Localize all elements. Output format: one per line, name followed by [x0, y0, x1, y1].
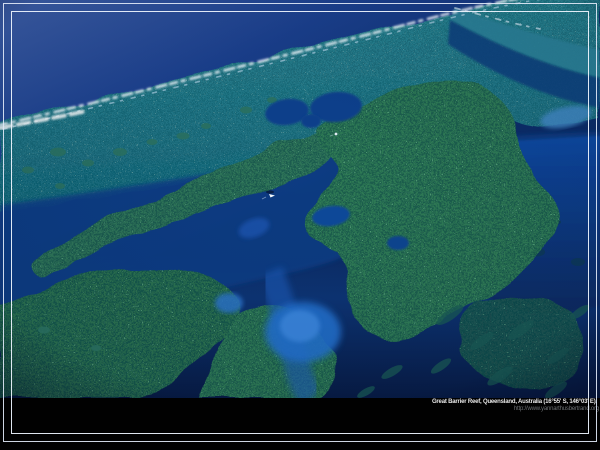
photo-credit-url: http://www.yannarthusbertrand.org	[0, 406, 600, 413]
reef-aerial-photo	[0, 0, 600, 398]
photo-location-caption: Great Barrier Reef, Queensland, Australi…	[0, 399, 600, 406]
desktop-wallpaper: Great Barrier Reef, Queensland, Australi…	[0, 0, 600, 450]
caption-bar: Great Barrier Reef, Queensland, Australi…	[0, 398, 600, 450]
vignette-overlay	[0, 0, 600, 398]
